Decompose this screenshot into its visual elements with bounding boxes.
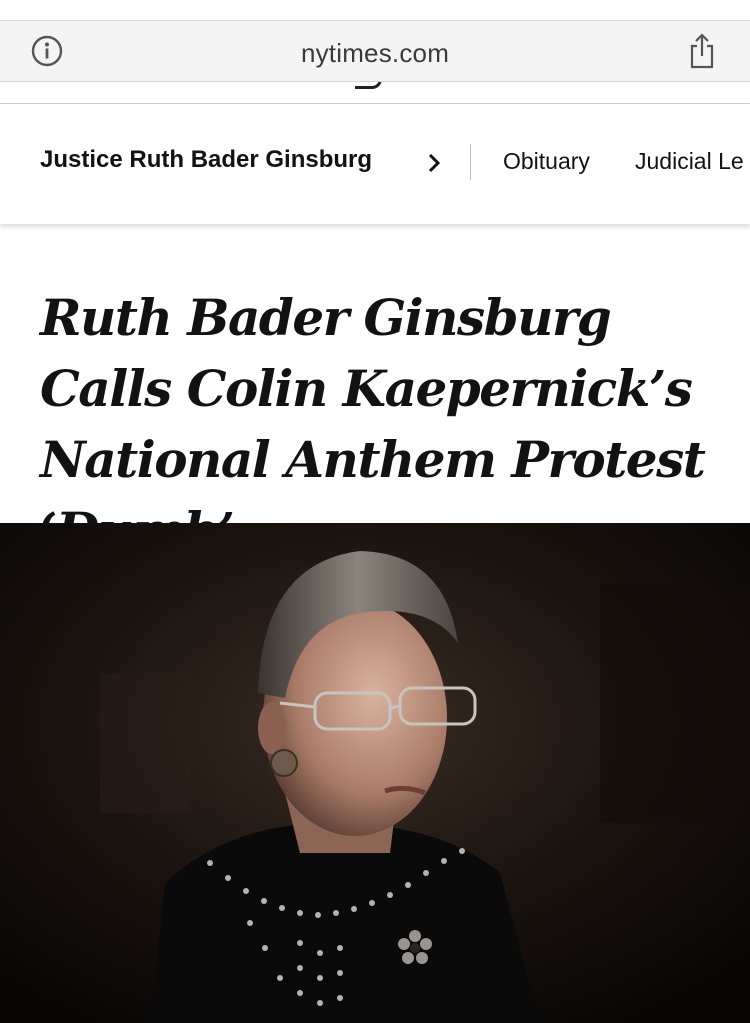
series-link[interactable]: Justice Ruth Bader Ginsburg <box>40 146 372 174</box>
url-display[interactable]: nytimes.com <box>0 38 750 69</box>
status-bar-strip <box>0 0 750 20</box>
nav-divider <box>470 144 471 180</box>
article-lead-photo <box>0 523 750 1023</box>
masthead-logo-clipped <box>0 82 750 104</box>
section-nav: Justice Ruth Bader Ginsburg Obituary Jud… <box>0 104 750 224</box>
nav-link-judicial-legacy[interactable]: Judicial Le <box>635 148 744 175</box>
logo-fragment <box>355 82 382 89</box>
share-icon[interactable] <box>688 31 716 71</box>
nav-link-obituary[interactable]: Obituary <box>503 148 590 175</box>
browser-address-bar[interactable]: nytimes.com <box>0 20 750 82</box>
chevron-right-icon[interactable] <box>426 152 442 174</box>
